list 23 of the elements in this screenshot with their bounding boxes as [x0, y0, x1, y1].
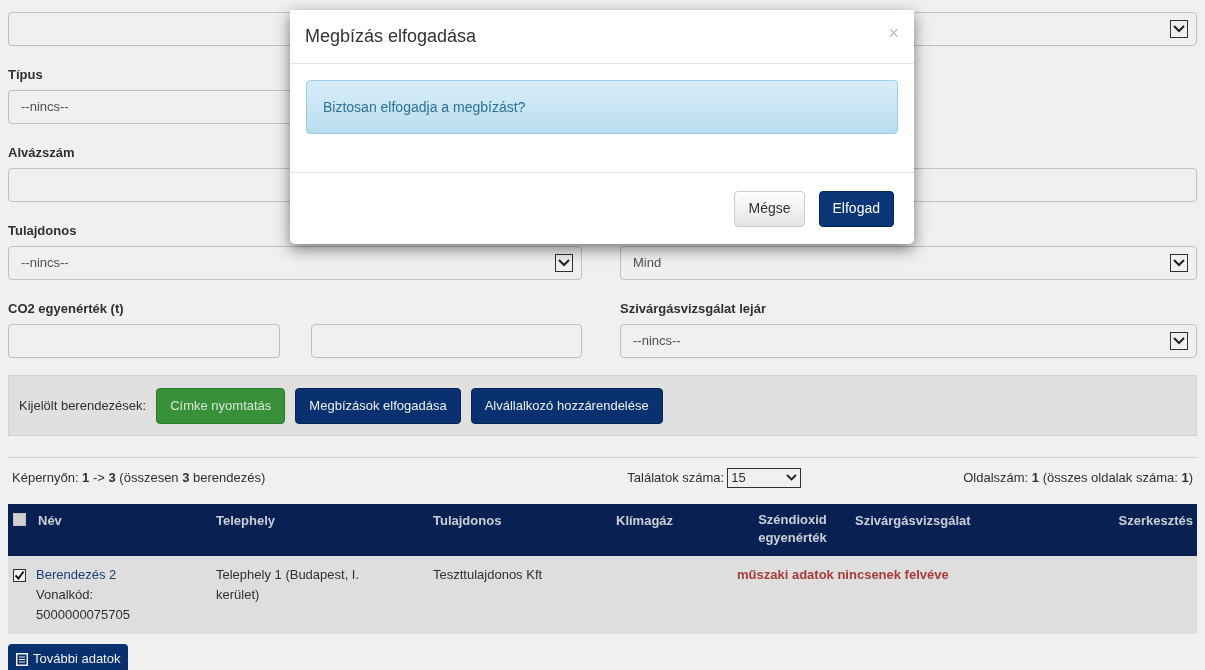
column-header: Széndioxid egyenérték [757, 511, 828, 547]
results-summary: Képernyőn: 1 -> 3 (összesen 3 berendezés) [11, 468, 266, 487]
field-label: CO2 egyenérték (t) [8, 299, 124, 318]
column-header: Szivárgásvizsgálat [855, 512, 971, 530]
info-alert: Biztosan elfogadja a megbízást? [306, 80, 898, 134]
barcode-value: 5000000075705 [36, 606, 130, 624]
warning-text: műszaki adatok nincsenek felvéve [736, 567, 949, 582]
column-header: Név [38, 512, 62, 530]
field-label: Típus [8, 65, 43, 84]
field-label: Tulajdonos [8, 221, 77, 240]
column-header: Telephely [216, 512, 275, 530]
per-page-label: Találatok száma: [627, 468, 725, 487]
dialog-title: Megbízás elfogadása [305, 25, 477, 48]
page-count: Oldalszám: 1 (összes oldalak száma: 1) [963, 468, 1194, 487]
column-header: Tulajdonos [433, 512, 502, 530]
column-header: Szerkesztés [1118, 512, 1193, 530]
barcode-label: Vonalkód: [36, 586, 95, 604]
action-label: Kijelölt berendezések: [19, 396, 147, 415]
table-cell-text: Telephely 1 (Budapest, I. kerület) [216, 566, 361, 604]
table-cell: Teszttulajdonos Kft [433, 567, 543, 582]
column-header: Klímagáz [616, 512, 674, 530]
field-label: Szivárgásvizsgálat lejár [620, 299, 766, 318]
field-label: Alvázszám [8, 143, 75, 162]
